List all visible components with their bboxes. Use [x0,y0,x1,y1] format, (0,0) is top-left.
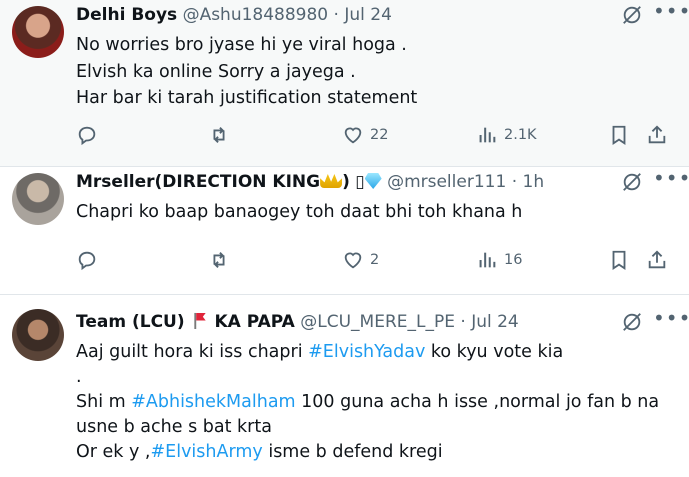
tweet-line: Elvish ka online Sorry a jayega . [76,61,356,82]
action-bar: 2 16 [76,247,675,273]
more-icon[interactable]: ••• [653,1,689,26]
bookmark-icon [612,250,626,270]
reply-button[interactable] [76,247,98,273]
tweet-header: Mrseller(DIRECTION KING) ▯ @mrseller111 … [76,171,629,193]
share-icon [648,125,666,144]
display-name-suffix: ) [342,172,350,192]
tweet-header: Team (LCU) KA PAPA @LCU_MERE_L_PE · Jul … [76,311,629,333]
red-flag-icon [193,312,206,329]
text-segment: Aaj guilt hora ki iss chapri [76,342,309,362]
retweet-button[interactable] [208,247,230,273]
tweet[interactable]: Team (LCU) KA PAPA @LCU_MERE_L_PE · Jul … [0,295,689,477]
like-count: 22 [370,127,389,143]
tweet-header: Delhi Boys @Ashu18488980 · Jul 24 [76,4,629,26]
display-name[interactable]: Team (LCU) KA PAPA [76,312,295,332]
views-button[interactable]: 16 [476,247,522,273]
hashtag-link[interactable]: #ElvishYadav [308,342,425,362]
tweet-line: . [76,367,82,387]
views-button[interactable]: 2.1K [476,122,537,148]
reply-icon [78,251,96,271]
reply-icon [78,126,96,146]
text-segment: isme b defend kregi [262,442,443,462]
timestamp[interactable]: Jul 24 [344,5,392,25]
gem-emoji-icon [364,173,382,189]
tweet-line: No worries bro jyase hi ye viral hoga . [76,35,407,55]
views-icon [479,252,496,268]
user-handle[interactable]: @LCU_MERE_L_PE [300,312,455,332]
tweet-text: No worries bro jyase hi ye viral hoga . … [76,32,669,112]
share-button[interactable] [646,247,668,273]
share-icon [648,250,666,269]
view-count: 2.1K [504,127,537,143]
text-segment: Or ek y , [76,442,151,462]
user-handle[interactable]: @mrseller111 [387,172,506,192]
tweet-line: Har bar ki tarah justification statement [76,88,418,108]
grok-icon[interactable] [621,171,643,193]
user-handle[interactable]: @Ashu18488980 [183,5,329,25]
grok-icon[interactable] [621,4,643,26]
views-icon [479,127,496,143]
reply-button[interactable] [76,122,98,148]
avatar[interactable] [12,309,64,361]
separator: · [333,5,339,25]
avatar[interactable] [12,6,64,58]
bookmark-button[interactable] [608,122,630,148]
tweet-text: Chapri ko baap banaogey toh daat bhi toh… [76,199,669,226]
like-icon [344,127,362,144]
tweet-line: Or ek y ,#ElvishArmy isme b defend kregi [76,440,669,465]
share-button[interactable] [646,122,668,148]
display-name-suffix: KA PAPA [214,312,295,332]
tweet[interactable]: Mrseller(DIRECTION KING) ▯ @mrseller111 … [0,167,689,295]
display-name-text: Mrseller(DIRECTION KING [76,172,321,192]
like-button[interactable]: 2 [342,247,379,273]
tweet-line: Aaj guilt hora ki iss chapri #ElvishYada… [76,340,669,365]
tweet[interactable]: Delhi Boys @Ashu18488980 · Jul 24 ••• No… [0,0,689,167]
view-count: 16 [504,252,523,268]
tweet-line: usne b ache s bat krta [76,417,272,437]
hashtag-link[interactable]: #ElvishArmy [150,442,262,462]
more-icon[interactable]: ••• [653,308,689,333]
text-segment: 100 guna acha h isse ,normal jo fan b na [295,392,660,412]
display-name[interactable]: Mrseller(DIRECTION KING) [76,172,350,192]
grok-icon[interactable] [621,311,643,333]
separator: · [460,312,466,332]
tweet-line: Shi m #AbhishekMalham 100 guna acha h is… [76,390,669,415]
bookmark-icon [612,125,626,145]
bookmark-button[interactable] [608,247,630,273]
crown-emoji-icon [320,174,343,188]
action-bar: 22 2.1K [76,122,675,148]
tweet-text: Aaj guilt hora ki iss chapri #ElvishYada… [76,340,669,465]
like-icon [344,252,362,269]
more-icon[interactable]: ••• [653,168,689,193]
separator: · [511,172,518,192]
timestamp[interactable]: 1h [523,172,545,192]
display-name-text: Team (LCU) [76,312,185,332]
unknown-glyph: ▯ [355,172,365,192]
tweet-line: Chapri ko baap banaogey toh daat bhi toh… [76,202,523,222]
retweet-icon [213,127,225,143]
hashtag-link[interactable]: #AbhishekMalham [131,392,295,412]
like-button[interactable]: 22 [342,122,388,148]
avatar[interactable] [12,173,64,225]
timestamp[interactable]: Jul 24 [471,312,519,332]
retweet-button[interactable] [208,122,230,148]
like-count: 2 [370,252,380,268]
text-segment: Shi m [76,392,132,412]
display-name[interactable]: Delhi Boys [76,5,177,25]
retweet-icon [213,252,225,268]
text-segment: ko kyu vote kia [425,342,564,362]
